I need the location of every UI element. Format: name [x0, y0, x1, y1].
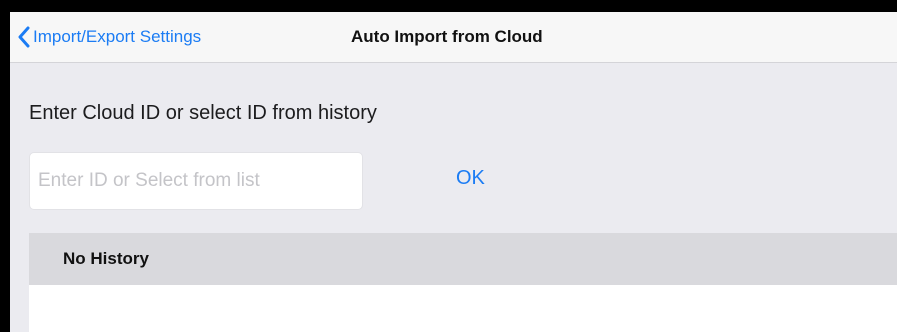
back-button[interactable]: Import/Export Settings: [17, 12, 201, 62]
cloud-id-input[interactable]: [29, 152, 363, 210]
page-title: Auto Import from Cloud: [351, 27, 543, 46]
instruction-text: Enter Cloud ID or select ID from history: [29, 102, 377, 124]
ok-button[interactable]: OK: [456, 167, 485, 190]
app-window: Import/Export Settings Auto Import from …: [10, 12, 897, 332]
history-list: [29, 285, 897, 332]
back-button-label: Import/Export Settings: [33, 27, 202, 46]
chevron-left-icon: [18, 26, 30, 48]
history-section-header: No History: [29, 233, 897, 285]
history-header-label: No History: [63, 249, 149, 268]
navigation-bar: Import/Export Settings Auto Import from …: [10, 12, 897, 63]
